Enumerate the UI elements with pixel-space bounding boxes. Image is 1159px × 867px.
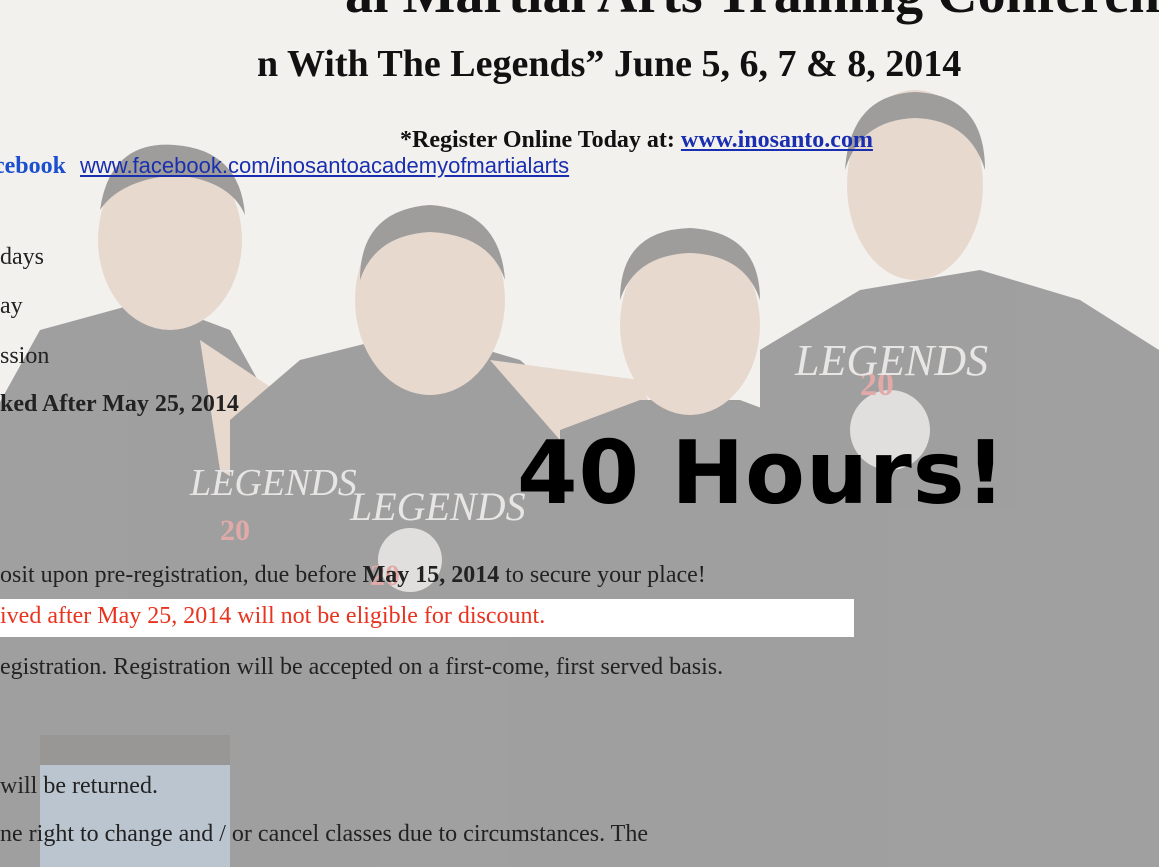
register-link[interactable]: www.inosanto.com [681, 127, 873, 153]
pricing-line-2: ay [0, 293, 23, 319]
rights-line: ne right to change and / or cancel class… [0, 821, 648, 847]
shirt-text-1: LEGENDS [189, 462, 357, 504]
deposit-line: osit upon pre-registration, due before M… [0, 562, 706, 589]
facebook-link[interactable]: www.facebook.com/inosantoacademyofmartia… [80, 153, 569, 178]
first-come-line: egistration. Registration will be accept… [0, 654, 724, 680]
deposit-suffix: to secure your place! [499, 562, 706, 588]
discount-notice: ived after May 25, 2014 will not be elig… [0, 603, 546, 629]
shirt-text-4: LEGENDS [794, 336, 988, 385]
conference-subtitle: n With The Legends” June 5, 6, 7 & 8, 20… [257, 43, 962, 85]
deposit-prefix: osit upon pre-registration, due before [0, 562, 363, 588]
deposit-date: May 15, 2014 [362, 562, 500, 588]
conference-title: al Martial Arts Training Conference [345, 0, 1159, 26]
shirt-year-1: 20 [220, 514, 250, 547]
shirt-text-2: LEGENDS [349, 484, 526, 529]
register-line: *Register Online Today at: www.inosanto.… [400, 127, 873, 154]
facebook-line: cebook www.facebook.com/inosantoacademyof… [0, 153, 569, 180]
pricing-line-1: days [0, 244, 44, 270]
register-prefix: *Register Online Today at: [400, 127, 681, 153]
returned-line: will be returned. [0, 773, 158, 799]
facebook-label: cebook [0, 153, 66, 179]
forty-hours-callout: 40 Hours! [517, 422, 1007, 524]
pricing-line-4: ked After May 25, 2014 [0, 391, 239, 417]
pricing-line-3: ssion [0, 343, 50, 369]
